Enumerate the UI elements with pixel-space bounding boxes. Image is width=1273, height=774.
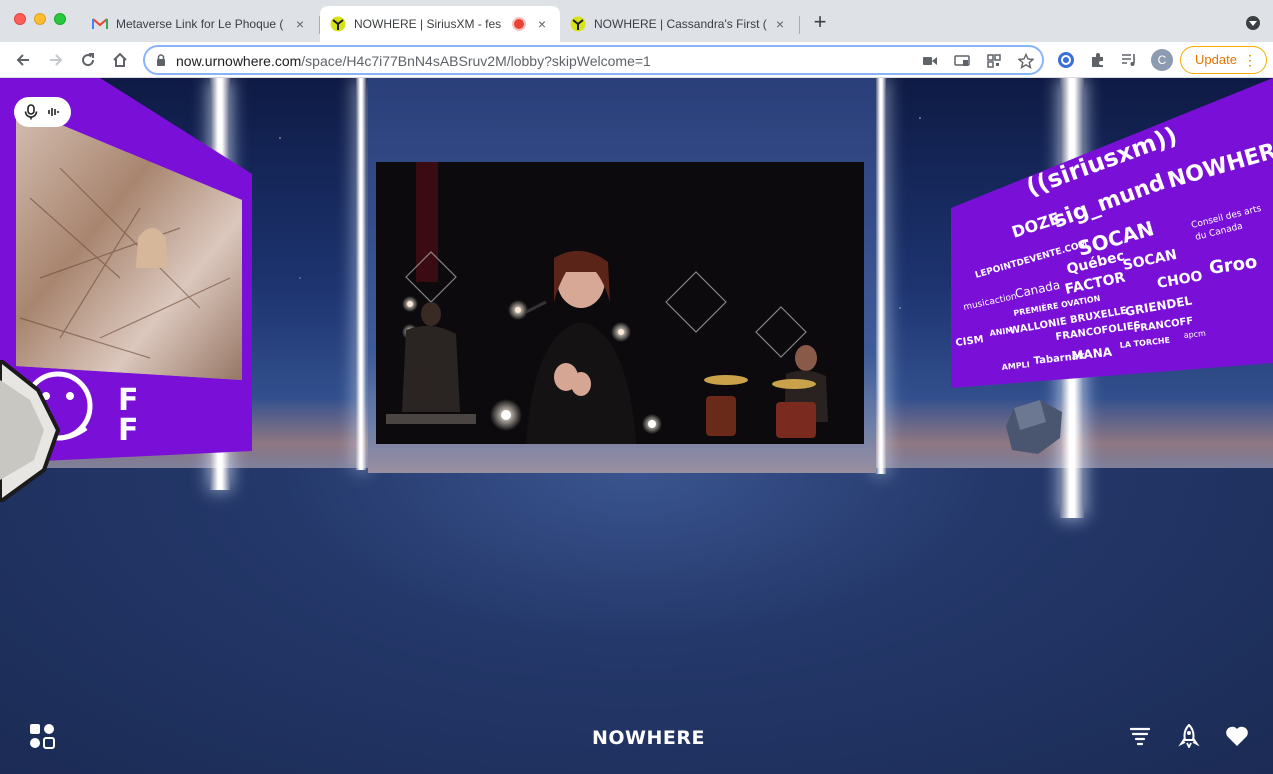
url-text: now.urnowhere.com/space/H4c7i77BnN4sABSr… (176, 53, 651, 69)
close-window-button[interactable] (14, 13, 26, 25)
rocket-icon[interactable] (1176, 723, 1202, 749)
nowhere-icon (570, 16, 586, 32)
light-pillar (876, 78, 886, 474)
tab-cassandra[interactable]: NOWHERE | Cassandra's First ( × (560, 6, 798, 42)
tab-title: Metaverse Link for Le Phoque ( (116, 17, 284, 31)
nowhere-logo: NOWHERE (592, 727, 706, 749)
audio-controls[interactable] (14, 97, 71, 127)
browser-toolbar: now.urnowhere.com/space/H4c7i77BnN4sABSr… (0, 42, 1273, 78)
profile-avatar[interactable]: C (1151, 49, 1173, 71)
camera-in-use-icon[interactable] (921, 52, 939, 70)
tab-metaverse-link[interactable]: Metaverse Link for Le Phoque ( × (82, 6, 318, 42)
metaverse-scene[interactable]: F F ((siriusxm)) sig_mund NOWHERE DOZE S… (0, 78, 1273, 774)
reload-icon (82, 53, 95, 67)
new-tab-button[interactable]: + (810, 11, 830, 33)
url-host: now.urnowhere.com (176, 53, 302, 69)
reload-button[interactable] (76, 48, 100, 72)
minimize-window-button[interactable] (34, 13, 46, 25)
tab-siriusxm[interactable]: NOWHERE | SiriusXM - fes × (320, 6, 560, 42)
update-menu-icon[interactable]: ⋮ (1243, 47, 1257, 73)
media-control-icon[interactable] (1118, 49, 1140, 71)
forward-button[interactable] (44, 48, 68, 72)
tab-search-button[interactable] (1246, 16, 1260, 30)
audio-level-icon (47, 108, 59, 116)
livestream-video[interactable] (376, 162, 864, 444)
microphone-icon[interactable] (24, 104, 38, 120)
cast-icon[interactable] (953, 52, 971, 70)
forward-arrow-icon (50, 54, 63, 66)
nowhere-icon (330, 16, 346, 32)
update-button[interactable]: Update ⋮ (1180, 46, 1267, 74)
sponsor-panel-right[interactable]: ((siriusxm)) sig_mund NOWHERE DOZE SOCAN… (948, 78, 1273, 388)
tornado-icon[interactable] (1127, 723, 1153, 749)
heart-icon[interactable] (1224, 723, 1250, 749)
tab-bar: Metaverse Link for Le Phoque ( × NOWHERE… (0, 0, 1273, 42)
tab-divider (799, 16, 800, 34)
tab-title: NOWHERE | Cassandra's First ( (594, 17, 767, 31)
address-bar[interactable]: now.urnowhere.com/space/H4c7i77BnN4sABSr… (143, 45, 1044, 75)
home-icon (113, 52, 127, 67)
apps-grid-icon[interactable] (29, 723, 55, 749)
bookmark-star-icon[interactable] (1017, 52, 1035, 70)
tab-title: NOWHERE | SiriusXM - fes (354, 17, 502, 31)
floating-crystal-left (0, 360, 60, 502)
zoom-window-button[interactable] (54, 13, 66, 25)
update-label: Update (1195, 52, 1237, 67)
home-button[interactable] (108, 48, 132, 72)
close-tab-icon[interactable]: × (292, 16, 308, 32)
qr-code-icon[interactable] (985, 52, 1003, 70)
light-pillar (356, 78, 366, 470)
close-tab-icon[interactable]: × (534, 16, 550, 32)
lock-icon (157, 54, 165, 66)
floating-asteroid-right (1006, 400, 1062, 454)
extensions-puzzle-icon[interactable] (1087, 49, 1109, 71)
close-tab-icon[interactable]: × (772, 16, 788, 32)
extension-vpn-icon[interactable] (1055, 49, 1077, 71)
gmail-icon (92, 16, 108, 32)
panel-initials-bottom: F (118, 413, 139, 448)
concert-video-frame (376, 162, 864, 444)
recording-indicator-icon (512, 17, 526, 31)
back-arrow-icon (16, 54, 29, 66)
back-button[interactable] (11, 48, 35, 72)
url-path: /space/H4c7i77BnN4sABSruv2M/lobby?skipWe… (301, 53, 651, 69)
